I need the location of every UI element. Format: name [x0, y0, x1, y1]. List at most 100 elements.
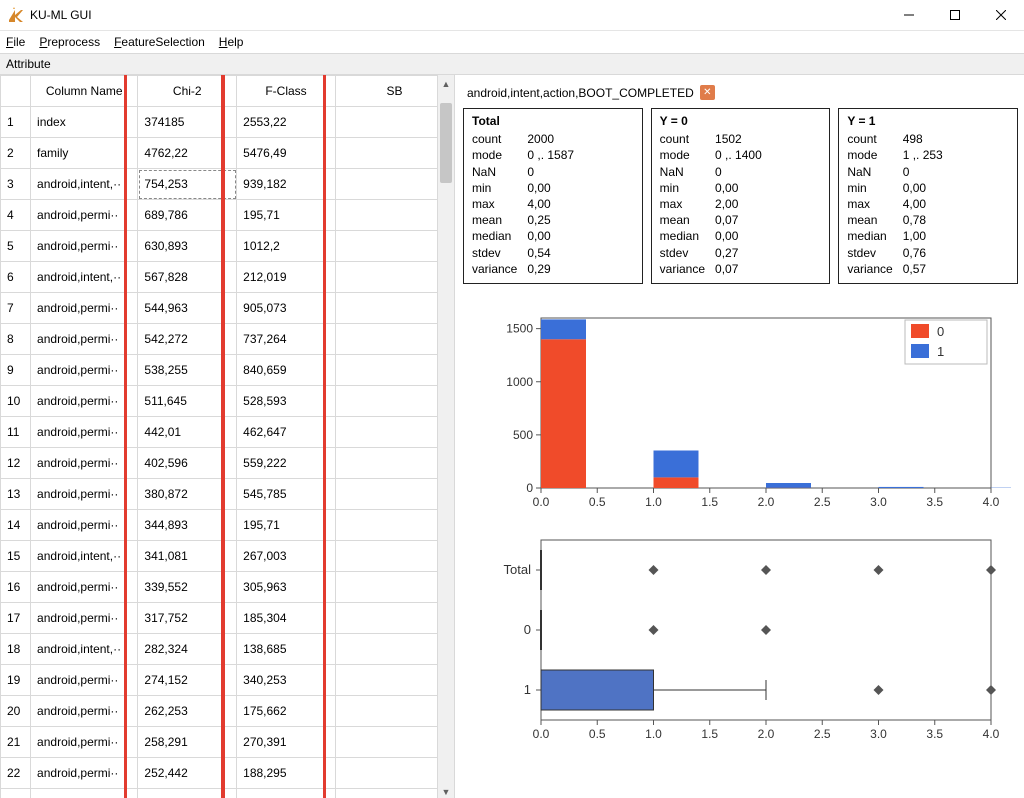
- cell-chi2[interactable]: 341,081: [138, 541, 237, 572]
- table-row[interactable]: 13android,permi··380,872545,785: [1, 479, 454, 510]
- table-row[interactable]: 16android,permi··339,552305,963: [1, 572, 454, 603]
- cell-name[interactable]: android,permi··: [31, 572, 138, 603]
- cell-chi2[interactable]: 249,111: [138, 789, 237, 798]
- cell-name[interactable]: android,intent,··: [31, 634, 138, 665]
- cell-chi2[interactable]: 258,291: [138, 727, 237, 758]
- cell-name[interactable]: android,permi··: [31, 417, 138, 448]
- menu-help[interactable]: Help: [219, 35, 244, 49]
- cell-chi2[interactable]: 544,963: [138, 293, 237, 324]
- menu-preprocess[interactable]: Preprocess: [39, 35, 100, 49]
- cell-chi2[interactable]: 402,596: [138, 448, 237, 479]
- col-header-name[interactable]: Column Name: [31, 76, 138, 107]
- cell-name[interactable]: android,permi··: [31, 510, 138, 541]
- cell-sb[interactable]: [335, 696, 453, 727]
- table-row[interactable]: 19android,permi··274,152340,253: [1, 665, 454, 696]
- cell-sb[interactable]: [335, 293, 453, 324]
- table-row[interactable]: 7android,permi··544,963905,073: [1, 293, 454, 324]
- cell-chi2[interactable]: 4762,22: [138, 138, 237, 169]
- cell-sb[interactable]: [335, 603, 453, 634]
- cell-name[interactable]: android,permi··: [31, 479, 138, 510]
- table-row[interactable]: 18android,intent,··282,324138,685: [1, 634, 454, 665]
- table-row[interactable]: 4android,permi··689,786195,71: [1, 200, 454, 231]
- table-row[interactable]: 12android,permi··402,596559,222: [1, 448, 454, 479]
- cell-name[interactable]: android,permi··: [31, 231, 138, 262]
- cell-chi2[interactable]: 689,786: [138, 200, 237, 231]
- cell-sb[interactable]: [335, 200, 453, 231]
- cell-sb[interactable]: [335, 262, 453, 293]
- table-row[interactable]: 23android,permi··249,111302,92: [1, 789, 454, 798]
- cell-name[interactable]: family: [31, 138, 138, 169]
- cell-chi2[interactable]: 282,324: [138, 634, 237, 665]
- cell-name[interactable]: android,intent,··: [31, 541, 138, 572]
- cell-sb[interactable]: [335, 448, 453, 479]
- cell-sb[interactable]: [335, 355, 453, 386]
- cell-fclass[interactable]: 138,685: [237, 634, 336, 665]
- cell-name[interactable]: android,permi··: [31, 665, 138, 696]
- cell-fclass[interactable]: 1012,2: [237, 231, 336, 262]
- cell-sb[interactable]: [335, 386, 453, 417]
- cell-chi2[interactable]: 274,152: [138, 665, 237, 696]
- table-row[interactable]: 1index3741852553,22: [1, 107, 454, 138]
- cell-fclass[interactable]: 545,785: [237, 479, 336, 510]
- menu-file[interactable]: File: [6, 35, 25, 49]
- cell-sb[interactable]: [335, 479, 453, 510]
- cell-chi2[interactable]: 344,893: [138, 510, 237, 541]
- cell-sb[interactable]: [335, 231, 453, 262]
- cell-fclass[interactable]: 212,019: [237, 262, 336, 293]
- cell-name[interactable]: android,permi··: [31, 603, 138, 634]
- cell-chi2[interactable]: 567,828: [138, 262, 237, 293]
- col-header-sb[interactable]: SB: [335, 76, 453, 107]
- table-row[interactable]: 14android,permi··344,893195,71: [1, 510, 454, 541]
- cell-chi2[interactable]: 339,552: [138, 572, 237, 603]
- cell-fclass[interactable]: 188,295: [237, 758, 336, 789]
- table-scrollbar[interactable]: ▲ ▼: [437, 75, 454, 798]
- scroll-down-icon[interactable]: ▼: [438, 783, 454, 798]
- cell-fclass[interactable]: 462,647: [237, 417, 336, 448]
- cell-name[interactable]: index: [31, 107, 138, 138]
- table-row[interactable]: 5android,permi··630,8931012,2: [1, 231, 454, 262]
- table-row[interactable]: 17android,permi··317,752185,304: [1, 603, 454, 634]
- cell-fclass[interactable]: 185,304: [237, 603, 336, 634]
- cell-sb[interactable]: [335, 665, 453, 696]
- cell-fclass[interactable]: 2553,22: [237, 107, 336, 138]
- cell-chi2[interactable]: 262,253: [138, 696, 237, 727]
- cell-name[interactable]: android,permi··: [31, 448, 138, 479]
- cell-chi2[interactable]: 380,872: [138, 479, 237, 510]
- cell-name[interactable]: android,permi··: [31, 696, 138, 727]
- window-close-button[interactable]: [978, 0, 1024, 30]
- table-row[interactable]: 22android,permi··252,442188,295: [1, 758, 454, 789]
- cell-name[interactable]: android,permi··: [31, 293, 138, 324]
- cell-fclass[interactable]: 905,073: [237, 293, 336, 324]
- cell-name[interactable]: android,permi··: [31, 200, 138, 231]
- col-header-fclass[interactable]: F-Class: [237, 76, 336, 107]
- cell-chi2[interactable]: 374185: [138, 107, 237, 138]
- table-row[interactable]: 20android,permi··262,253175,662: [1, 696, 454, 727]
- table-row[interactable]: 21android,permi··258,291270,391: [1, 727, 454, 758]
- col-header-chi2[interactable]: Chi-2: [138, 76, 237, 107]
- cell-fclass[interactable]: 840,659: [237, 355, 336, 386]
- cell-chi2[interactable]: 511,645: [138, 386, 237, 417]
- cell-fclass[interactable]: 305,963: [237, 572, 336, 603]
- cell-chi2[interactable]: 252,442: [138, 758, 237, 789]
- table-row[interactable]: 2family4762,225476,49: [1, 138, 454, 169]
- cell-sb[interactable]: [335, 138, 453, 169]
- cell-chi2[interactable]: 630,893: [138, 231, 237, 262]
- table-row[interactable]: 3android,intent,··754,253939,182: [1, 169, 454, 200]
- cell-chi2[interactable]: 754,253: [138, 169, 237, 200]
- cell-fclass[interactable]: 195,71: [237, 510, 336, 541]
- cell-sb[interactable]: [335, 107, 453, 138]
- cell-fclass[interactable]: 270,391: [237, 727, 336, 758]
- cell-fclass[interactable]: 302,92: [237, 789, 336, 798]
- cell-fclass[interactable]: 340,253: [237, 665, 336, 696]
- window-minimize-button[interactable]: [886, 0, 932, 30]
- cell-name[interactable]: android,intent,··: [31, 262, 138, 293]
- cell-name[interactable]: android,permi··: [31, 758, 138, 789]
- tab-close-button[interactable]: ✕: [700, 85, 715, 100]
- cell-chi2[interactable]: 442,01: [138, 417, 237, 448]
- cell-sb[interactable]: [335, 324, 453, 355]
- cell-chi2[interactable]: 317,752: [138, 603, 237, 634]
- cell-sb[interactable]: [335, 789, 453, 798]
- cell-sb[interactable]: [335, 634, 453, 665]
- cell-sb[interactable]: [335, 417, 453, 448]
- table-row[interactable]: 9android,permi··538,255840,659: [1, 355, 454, 386]
